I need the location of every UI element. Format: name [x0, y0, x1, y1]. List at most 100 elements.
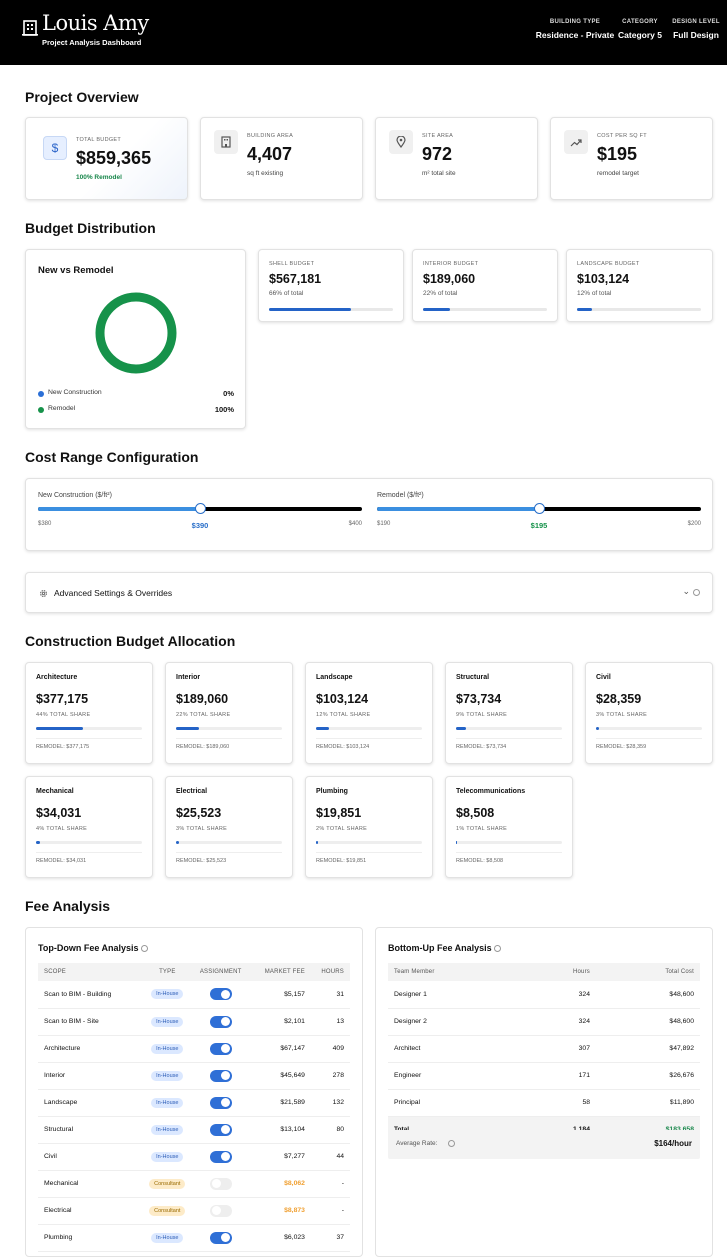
- advanced-settings-toggle[interactable]: Advanced Settings & Overrides ⌄: [25, 572, 713, 613]
- scope-cell: Electrical: [38, 1197, 141, 1225]
- market-fee-cell: $67,147: [247, 1035, 309, 1063]
- hours-cell: 80: [308, 1116, 350, 1144]
- info-icon: [693, 589, 700, 596]
- budget-value: $189,060: [423, 272, 476, 286]
- market-fee-cell: $2,101: [247, 1008, 309, 1036]
- allocation-progress: [596, 727, 702, 730]
- member-cell: Designer 2: [388, 1008, 538, 1036]
- assignment-toggle[interactable]: [209, 1150, 232, 1163]
- budget-value: $103,124: [577, 272, 630, 286]
- assignment-toggle[interactable]: [209, 1042, 232, 1055]
- section-title-budget: Budget Distribution: [25, 220, 156, 236]
- budget-label: LANDSCAPE BUDGET: [577, 261, 640, 267]
- type-badge: In-House: [151, 989, 184, 1000]
- assignment-toggle[interactable]: [209, 1231, 232, 1244]
- hours-cell: 31: [308, 981, 350, 1009]
- allocation-progress: [456, 841, 562, 844]
- member-cell: Architect: [388, 1035, 538, 1063]
- allocation-progress: [36, 841, 142, 844]
- remodel-slider[interactable]: [377, 503, 701, 514]
- divider: [316, 852, 422, 853]
- scope-cell: Mechanical: [38, 1170, 141, 1198]
- type-cell: In-House: [140, 981, 194, 1009]
- cost-cell: $48,600: [590, 1008, 700, 1036]
- scope-cell: Scan to BIM - Site: [38, 1008, 141, 1036]
- type-badge: In-House: [151, 1151, 184, 1162]
- column-header: Team Member: [388, 963, 538, 981]
- assignment-cell: [193, 981, 248, 1009]
- info-icon: [494, 945, 502, 953]
- assignment-toggle[interactable]: [209, 1123, 232, 1136]
- donut-title: New vs Remodel: [38, 265, 114, 276]
- allocation-card-mechanical: Mechanical $34,031 4% TOTAL SHARE REMODE…: [25, 776, 153, 878]
- allocation-remodel: REMODEL: $8,508: [456, 858, 504, 864]
- slider-thumb[interactable]: [194, 503, 206, 514]
- column-header: HOURS: [308, 963, 350, 981]
- allocation-remodel: REMODEL: $19,851: [316, 858, 367, 864]
- allocation-name: Civil: [596, 674, 611, 681]
- allocation-remodel: REMODEL: $28,359: [596, 744, 647, 750]
- table-row: Designer 1 324 $48,600: [388, 981, 700, 1009]
- budget-progress: [269, 308, 393, 311]
- map-pin-icon: [389, 130, 413, 154]
- legend-value: 100%: [214, 405, 234, 414]
- allocation-share: 3% TOTAL SHARE: [596, 712, 648, 718]
- allocation-remodel: REMODEL: $34,031: [36, 858, 87, 864]
- assignment-cell: [193, 1062, 248, 1090]
- allocation-remodel: REMODEL: $73,734: [456, 744, 507, 750]
- legend-label: New Construction: [48, 389, 102, 396]
- column-header: Total Cost: [590, 963, 700, 981]
- assignment-cell: [193, 1035, 248, 1063]
- budget-sub: 66% of total: [269, 290, 304, 297]
- section-title-allocation: Construction Budget Allocation: [25, 633, 236, 649]
- section-title-cost-range: Cost Range Configuration: [25, 449, 199, 465]
- dollar-icon: $: [43, 136, 67, 160]
- assignment-toggle[interactable]: [209, 1015, 232, 1028]
- allocation-card-plumbing: Plumbing $19,851 2% TOTAL SHARE REMODEL:…: [305, 776, 433, 878]
- type-cell: In-House: [140, 1008, 194, 1036]
- table-row: Civil In-House $7,277 44: [38, 1143, 350, 1171]
- scope-cell: Landscape: [38, 1089, 141, 1117]
- allocation-name: Structural: [456, 674, 490, 681]
- allocation-value: $34,031: [36, 806, 82, 820]
- chevron-down-icon: ⌄: [682, 586, 690, 596]
- slider-min: $190: [377, 521, 391, 527]
- assignment-cell: [193, 1197, 248, 1225]
- hours-cell: 132: [308, 1089, 350, 1117]
- legend-dot-icon: [38, 391, 44, 397]
- category-meta: CATEGORY Category 5: [618, 19, 662, 40]
- allocation-card-architecture: Architecture $377,175 44% TOTAL SHARE RE…: [25, 662, 153, 764]
- allocation-name: Plumbing: [316, 788, 348, 795]
- assignment-toggle[interactable]: [209, 1096, 232, 1109]
- column-header: Hours: [538, 963, 590, 981]
- bottom-up-table: Team Member Hours Total Cost Designer 1 …: [388, 963, 700, 1144]
- allocation-remodel: REMODEL: $189,060: [176, 744, 230, 750]
- assignment-cell: [193, 1224, 248, 1252]
- slider-thumb[interactable]: [533, 503, 545, 514]
- assignment-cell: [193, 1170, 248, 1198]
- budget-progress: [423, 308, 547, 311]
- allocation-name: Telecommunications: [456, 788, 526, 795]
- assignment-toggle[interactable]: [209, 988, 232, 1001]
- new-construction-slider[interactable]: [38, 503, 362, 514]
- table-row: Architecture In-House $67,147 409: [38, 1035, 350, 1063]
- assignment-toggle[interactable]: [209, 1069, 232, 1082]
- brand-subtitle: Project Analysis Dashboard: [42, 38, 142, 47]
- type-cell: Consultant: [140, 1197, 194, 1225]
- donut-card: New vs Remodel New Construction 0% Remod…: [25, 249, 246, 429]
- allocation-share: 9% TOTAL SHARE: [456, 712, 508, 718]
- assignment-toggle[interactable]: [209, 1177, 232, 1190]
- allocation-card-telecommunications: Telecommunications $8,508 1% TOTAL SHARE…: [445, 776, 573, 878]
- assignment-toggle[interactable]: [209, 1204, 232, 1217]
- market-fee-cell: $8,873: [247, 1197, 309, 1225]
- cost-cell: $26,676: [590, 1062, 700, 1090]
- slider-value: $390: [191, 521, 209, 530]
- type-cell: In-House: [140, 1062, 194, 1090]
- section-title-fee: Fee Analysis: [25, 898, 111, 914]
- allocation-card-interior: Interior $189,060 22% TOTAL SHARE REMODE…: [165, 662, 293, 764]
- overview-label: TOTAL BUDGET: [76, 137, 122, 143]
- divider: [456, 852, 562, 853]
- cost-range-card: New Construction ($/ft²) $380 $390 $400 …: [25, 478, 713, 551]
- type-badge: In-House: [151, 1016, 184, 1027]
- assignment-cell: [193, 1008, 248, 1036]
